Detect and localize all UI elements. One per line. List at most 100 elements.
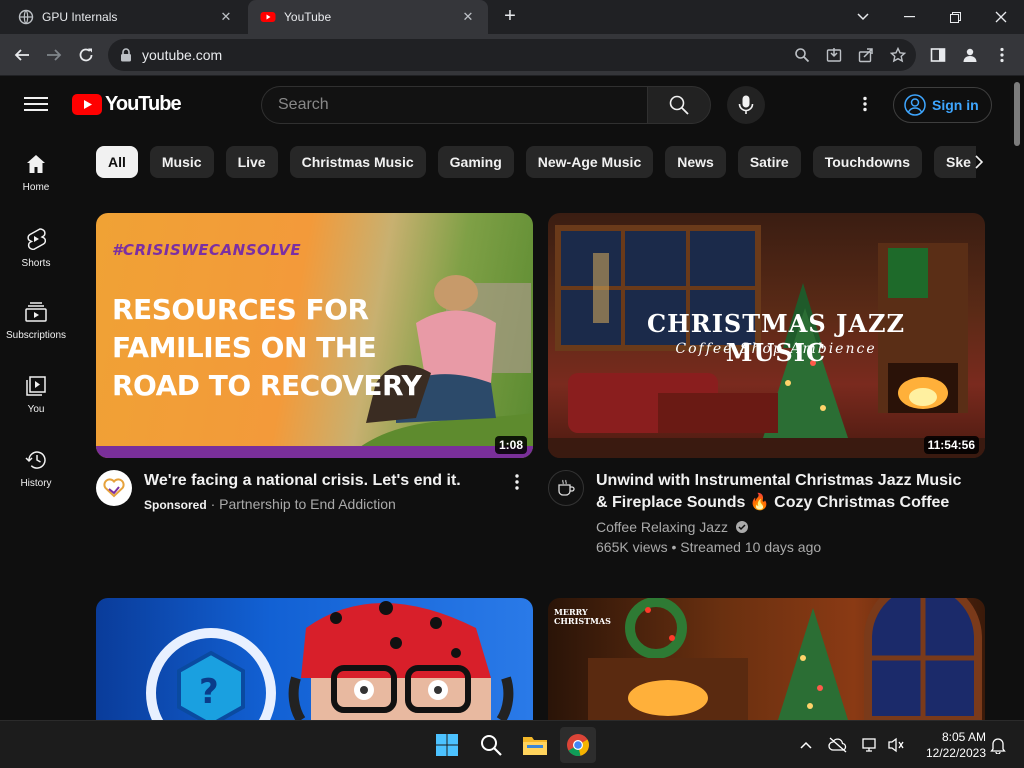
chip-satire[interactable]: Satire bbox=[737, 146, 801, 178]
sidebar-item-you[interactable]: You bbox=[4, 354, 68, 424]
back-button[interactable] bbox=[10, 43, 34, 67]
chrome-menu-button[interactable] bbox=[990, 43, 1014, 67]
video-thumbnail[interactable]: ? bbox=[96, 598, 533, 720]
thumbnail-headline-line: ROAD TO RECOVERY bbox=[112, 369, 422, 402]
sidebar-item-subscriptions[interactable]: Subscriptions bbox=[4, 280, 68, 350]
chip-news[interactable]: News bbox=[665, 146, 726, 178]
video-title[interactable]: Unwind with Instrumental Christmas Jazz … bbox=[596, 470, 966, 514]
reload-icon bbox=[79, 48, 93, 62]
thumbnail-badge-text: MERRY CHRISTMAS bbox=[554, 607, 611, 626]
microphone-icon bbox=[738, 95, 754, 114]
chip-live[interactable]: Live bbox=[225, 146, 278, 178]
video-thumbnail[interactable]: CHRISTMAS JAZZ MUSIC Coffee Shop Ambienc… bbox=[548, 213, 985, 458]
thumbnail-headline-line: FAMILIES ON THE bbox=[112, 331, 377, 364]
sign-in-label: Sign in bbox=[932, 97, 979, 113]
share-icon[interactable] bbox=[858, 47, 874, 63]
sidebar-item-label: Home bbox=[22, 182, 50, 193]
speaker-muted-icon bbox=[888, 737, 904, 753]
chrome-taskbar-button[interactable] bbox=[560, 727, 596, 763]
taskbar-clock[interactable]: 8:05 AM 12/22/2023 bbox=[916, 729, 986, 761]
tab-title: GPU Internals bbox=[42, 10, 118, 24]
chip-gaming[interactable]: Gaming bbox=[437, 146, 514, 178]
windows-taskbar: 8:05 AM 12/22/2023 bbox=[0, 720, 1024, 768]
thumbnail-headline-line: RESOURCES FOR bbox=[112, 293, 369, 326]
video-card[interactable]: CHRISTMAS JAZZ MUSIC Coffee Shop Ambienc… bbox=[548, 213, 985, 558]
chip-touchdowns[interactable]: Touchdowns bbox=[812, 146, 923, 178]
tab-search-button[interactable] bbox=[840, 0, 886, 34]
video-card[interactable]: MERRY CHRISTMAS bbox=[548, 598, 985, 720]
verified-badge-icon bbox=[735, 521, 748, 533]
duration-badge: 11:54:56 bbox=[923, 436, 979, 454]
video-byline: Sponsored · Partnership to End Addiction bbox=[144, 496, 396, 512]
tab-gpu-internals[interactable]: GPU Internals ✕ bbox=[6, 0, 246, 34]
start-button[interactable] bbox=[429, 727, 465, 763]
profile-button[interactable] bbox=[958, 43, 982, 67]
search-box[interactable] bbox=[261, 86, 648, 124]
page-scrollbar[interactable] bbox=[1010, 76, 1024, 720]
byline-separator: · bbox=[210, 496, 220, 512]
video-thumbnail[interactable]: MERRY CHRISTMAS bbox=[548, 598, 985, 720]
browser-toolbar: youtube.com bbox=[0, 34, 1024, 76]
youtube-logo[interactable]: YouTube bbox=[72, 93, 182, 116]
sidebar-item-history[interactable]: History bbox=[4, 428, 68, 498]
thumbnail-headline: CHRISTMAS JAZZ MUSIC bbox=[646, 309, 906, 367]
hamburger-icon-bar bbox=[24, 109, 48, 111]
minimize-button[interactable] bbox=[886, 0, 932, 34]
lock-icon bbox=[121, 48, 131, 62]
video-card[interactable]: ? bbox=[96, 598, 533, 720]
hamburger-icon-bar bbox=[24, 97, 48, 99]
scrollbar-thumb[interactable] bbox=[1014, 82, 1020, 146]
settings-menu-button[interactable] bbox=[853, 92, 877, 116]
channel-avatar[interactable] bbox=[548, 470, 584, 506]
chip-all[interactable]: All bbox=[96, 146, 138, 178]
forward-button[interactable] bbox=[42, 43, 66, 67]
mini-guide: Home Shorts Subscriptions You History bbox=[0, 132, 72, 720]
tab-youtube[interactable]: YouTube ✕ bbox=[248, 0, 488, 34]
bookmark-star-icon[interactable] bbox=[890, 47, 906, 63]
volume-tray-button[interactable] bbox=[884, 733, 908, 757]
sidebar-item-home[interactable]: Home bbox=[4, 132, 68, 202]
show-hidden-icons-button[interactable] bbox=[794, 733, 818, 757]
voice-search-button[interactable] bbox=[727, 86, 765, 124]
close-tab-icon[interactable]: ✕ bbox=[218, 9, 234, 25]
youtube-logo-text: YouTube bbox=[105, 93, 182, 115]
new-tab-button[interactable]: + bbox=[498, 5, 522, 29]
channel-avatar[interactable] bbox=[96, 470, 132, 506]
video-title[interactable]: We're facing a national crisis. Let's en… bbox=[144, 470, 514, 492]
file-explorer-button[interactable] bbox=[517, 727, 553, 763]
sidebar-item-shorts[interactable]: Shorts bbox=[4, 206, 68, 276]
advertiser-name[interactable]: Partnership to End Addiction bbox=[219, 496, 396, 512]
onedrive-tray-button[interactable] bbox=[826, 733, 850, 757]
chip-christmas-music[interactable]: Christmas Music bbox=[289, 146, 426, 178]
sidebar-item-label: Subscriptions bbox=[5, 330, 67, 341]
side-panel-button[interactable] bbox=[926, 43, 950, 67]
address-bar[interactable]: youtube.com bbox=[108, 39, 916, 71]
tab-title: YouTube bbox=[284, 10, 332, 24]
sign-in-button[interactable]: Sign in bbox=[893, 87, 992, 123]
taskbar-search-button[interactable] bbox=[473, 727, 509, 763]
video-card[interactable]: #CRISISWECANSOLVE RESOURCES FOR FAMILIES… bbox=[96, 213, 533, 558]
chip-music[interactable]: Music bbox=[149, 146, 214, 178]
chips-next-button[interactable] bbox=[964, 148, 994, 176]
chip-new-age-music[interactable]: New-Age Music bbox=[525, 146, 654, 178]
browser-tab-strip: GPU Internals ✕ YouTube ✕ + bbox=[0, 0, 1024, 34]
minimize-icon bbox=[903, 16, 915, 18]
restore-button[interactable] bbox=[932, 0, 978, 34]
network-tray-button[interactable] bbox=[858, 733, 882, 757]
search-button[interactable] bbox=[647, 86, 711, 124]
search-input[interactable] bbox=[278, 96, 632, 114]
chevron-up-icon bbox=[800, 741, 812, 749]
clock-time: 8:05 AM bbox=[941, 730, 986, 744]
reload-button[interactable] bbox=[74, 43, 98, 67]
install-app-icon[interactable] bbox=[826, 47, 842, 63]
video-thumbnail[interactable]: #CRISISWECANSOLVE RESOURCES FOR FAMILIES… bbox=[96, 213, 533, 458]
notifications-button[interactable] bbox=[986, 733, 1010, 757]
zoom-search-icon[interactable] bbox=[794, 47, 810, 63]
guide-menu-button[interactable] bbox=[24, 94, 48, 114]
video-menu-button[interactable] bbox=[507, 472, 527, 492]
close-window-button[interactable] bbox=[978, 0, 1024, 34]
thumbnail-subheadline: Coffee Shop Ambience bbox=[675, 341, 877, 357]
close-tab-icon[interactable]: ✕ bbox=[460, 9, 476, 25]
address-text: youtube.com bbox=[142, 47, 223, 63]
channel-name[interactable]: Coffee Relaxing Jazz bbox=[596, 519, 728, 535]
